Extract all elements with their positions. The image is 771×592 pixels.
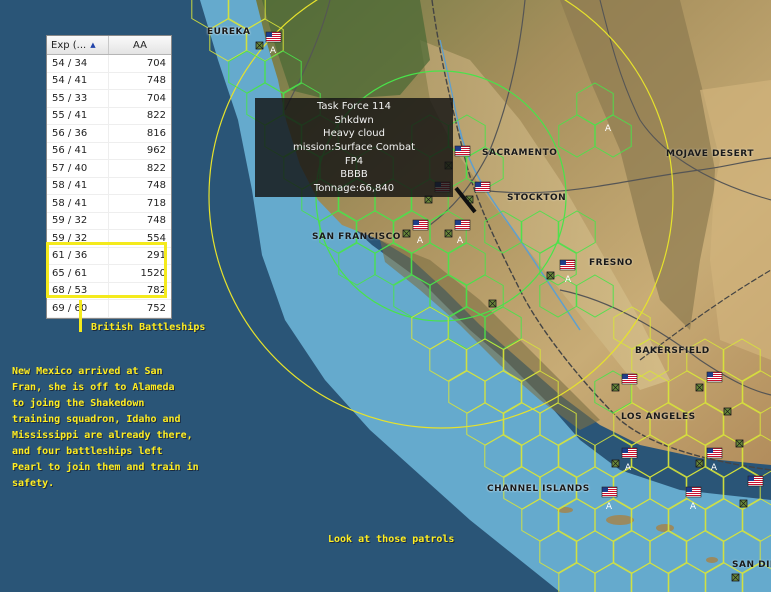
cell-aa: 962 [146, 145, 166, 157]
airbase-letter: A [625, 463, 632, 473]
us-flag-icon[interactable] [706, 371, 723, 383]
cell-exp: 54 / 34 [47, 55, 109, 72]
cell-exp: 56 / 41 [47, 142, 109, 159]
label-fresno: FRESNO [589, 258, 633, 268]
airbase-letter: A [605, 124, 612, 134]
label-san-diego: SAN DIE [732, 560, 771, 570]
us-flag-icon[interactable] [685, 486, 702, 498]
cell-exp: 59 / 32 [47, 212, 109, 229]
us-flag-icon[interactable] [265, 31, 282, 43]
annotation-british-battleships: British Battleships [91, 322, 206, 333]
sort-ascending-icon: ▲ [90, 41, 96, 49]
airbase-letter: A [690, 502, 697, 512]
table-row[interactable]: 56 / 41 962 [47, 142, 171, 160]
airbase-letter: A [417, 236, 424, 246]
cell-aa: 704 [146, 92, 166, 104]
tooltip-mission-name: Shkdwn [334, 114, 374, 126]
highlight-box [46, 242, 167, 298]
label-los-angeles: LOS ANGELES [621, 412, 696, 422]
cell-aa: 816 [146, 127, 166, 139]
label-sacramento: SACRAMENTO [482, 148, 558, 158]
highlight-pointer [79, 300, 82, 332]
cell-exp: 58 / 41 [47, 177, 109, 194]
annotation-patrols: Look at those patrols [328, 534, 455, 545]
label-mojave-desert: MOJAVE DESERT [666, 149, 754, 159]
cell-aa: 748 [146, 75, 166, 87]
table-row[interactable]: 59 / 32 748 [47, 212, 171, 230]
us-flag-icon[interactable] [454, 145, 471, 157]
tooltip-title: Task Force 114 [316, 101, 392, 112]
airbase-letter: A [270, 46, 277, 56]
table-row[interactable]: 58 / 41 718 [47, 195, 171, 213]
label-san-francisco: SAN FRANCISCO [312, 232, 401, 242]
label-channel-islands: CHANNEL ISLANDS [487, 484, 590, 494]
airbase-letter: A [457, 236, 464, 246]
cell-aa: 748 [146, 215, 166, 227]
us-flag-icon[interactable] [747, 475, 764, 487]
cell-exp: 55 / 41 [47, 107, 109, 124]
label-bakersfield: BAKERSFIELD [635, 346, 710, 356]
cell-exp: 69 / 60 [47, 300, 109, 317]
table-row[interactable]: 54 / 34 704 [47, 55, 171, 73]
us-flag-icon[interactable] [601, 486, 618, 498]
column-header-aa[interactable]: AA [109, 36, 171, 54]
island [606, 515, 634, 525]
airbase-letter: A [606, 502, 613, 512]
cell-aa: 748 [146, 180, 166, 192]
label-stockton: STOCKTON [507, 193, 567, 203]
label-eureka: EUREKA [207, 27, 251, 37]
us-flag-icon[interactable] [621, 373, 638, 385]
cell-aa: 718 [146, 197, 166, 209]
cell-exp: 55 / 33 [47, 90, 109, 107]
airbase-letter: A [565, 275, 572, 285]
us-flag-icon[interactable] [621, 447, 638, 459]
us-flag-icon[interactable] [474, 181, 491, 193]
table-row[interactable]: 69 / 60 752 [47, 300, 171, 318]
tooltip-fp: FP4 [344, 155, 364, 167]
column-header-exp[interactable]: Exp (... ▲ [47, 36, 109, 54]
table-row[interactable]: 55 / 41 822 [47, 107, 171, 125]
cell-exp: 57 / 40 [47, 160, 109, 177]
cell-exp: 56 / 36 [47, 125, 109, 142]
us-flag-icon[interactable] [706, 447, 723, 459]
island [706, 557, 718, 563]
annotation-new-mexico: New Mexico arrived at San Fran, she is o… [12, 366, 199, 489]
tooltip-mission: mission:Surface Combat [292, 142, 416, 154]
table-row[interactable]: 54 / 41 748 [47, 72, 171, 90]
cell-exp: 54 / 41 [47, 72, 109, 89]
cell-exp: 58 / 41 [47, 195, 109, 212]
us-flag-icon[interactable] [559, 259, 576, 271]
table-row[interactable]: 55 / 33 704 [47, 90, 171, 108]
us-flag-icon[interactable] [412, 219, 429, 231]
tooltip-composition: BBBB [340, 169, 368, 181]
us-flag-icon[interactable] [454, 219, 471, 231]
island [656, 524, 674, 532]
airbase-letter: A [711, 463, 718, 473]
table-row[interactable]: 57 / 40 822 [47, 160, 171, 178]
cell-aa: 752 [146, 302, 166, 314]
tooltip-tonnage: Tonnage:66,840 [313, 183, 395, 195]
table-row[interactable]: 56 / 36 816 [47, 125, 171, 143]
tooltip-weather: Heavy cloud [323, 128, 385, 140]
cell-aa: 822 [146, 110, 166, 122]
task-force-tooltip: Task Force 114 Shkdwn Heavy cloud missio… [255, 98, 453, 197]
table-row[interactable]: 58 / 41 748 [47, 177, 171, 195]
cell-aa: 822 [146, 162, 166, 174]
cell-aa: 704 [146, 57, 166, 69]
